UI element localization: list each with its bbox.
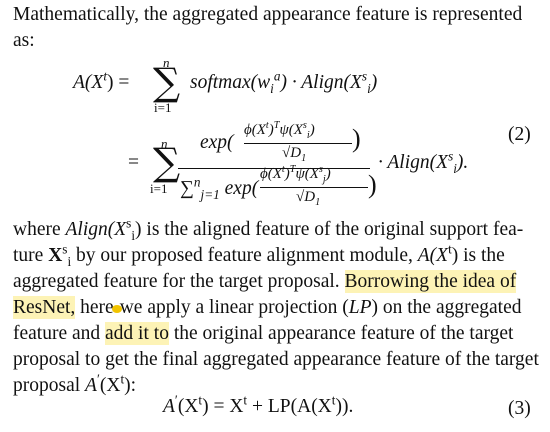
- eq2-num-inner-line: [244, 143, 352, 144]
- eq2-sum1-bottom: i=1: [154, 100, 172, 115]
- eq2-numerator: exp(: [200, 132, 234, 153]
- highlight-borrowing: Borrowing the idea of: [344, 270, 517, 293]
- intro-line-2: as:: [13, 30, 35, 51]
- eq2-den-close: ): [368, 170, 377, 199]
- eq3-number: (3): [508, 398, 531, 419]
- eq2-line1-rhs: softmax(wia) · Align(Xsi): [190, 68, 378, 96]
- eq2-den-inner-top: ϕ(Xt)Tψ(Xsj): [260, 164, 331, 185]
- highlight-resnet: ResNet,: [13, 296, 76, 319]
- highlight-add-it-to: add it to: [105, 322, 169, 345]
- eq2-den-inner-bottom: √D1: [296, 189, 321, 208]
- eq2-equals: =: [128, 152, 139, 173]
- intro-line-1: Mathematically, the aggregated appearanc…: [13, 4, 523, 25]
- eq2-denominator: ∑nj=1 exp(: [180, 174, 259, 202]
- eq2-num-inner-top: ϕ(Xt)Tψ(Xsi): [244, 120, 315, 141]
- explanation-paragraph: where Align(Xsi) is the aligned feature …: [13, 215, 539, 396]
- eq2-line1-lhs: A(Xt) =: [73, 68, 130, 93]
- eq3-body: A′(Xt) = Xt + LP(A(Xt)).: [163, 392, 354, 417]
- eq2-number: (2): [508, 124, 531, 145]
- eq2-den-inner-line: [260, 187, 368, 188]
- sum-symbol-2: ∑: [153, 140, 181, 184]
- eq2-num-inner-bottom: √D1: [282, 145, 307, 164]
- sum-symbol-1: ∑: [153, 60, 181, 104]
- eq2-align-term: · Align(Xsi).: [378, 148, 469, 176]
- eq2-sum2-bottom: i=1: [150, 181, 168, 196]
- eq2-num-close: ): [352, 124, 361, 153]
- intro-paragraph: Mathematically, the aggregated appearanc…: [13, 2, 539, 54]
